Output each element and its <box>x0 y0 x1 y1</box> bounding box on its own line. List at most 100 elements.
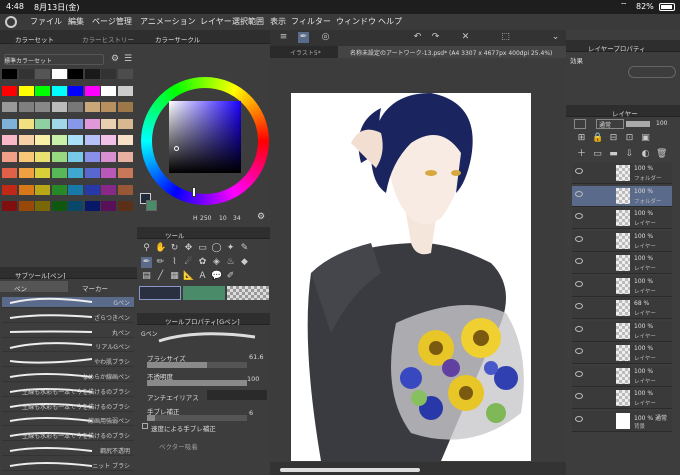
menu-file[interactable]: ファイル <box>30 16 62 27</box>
zoom-tool-icon[interactable]: ⚲ <box>141 243 152 254</box>
color-swatch[interactable] <box>2 135 17 145</box>
eye-icon[interactable] <box>575 415 583 422</box>
brush-item[interactable]: やわ肌ブラシ <box>2 356 134 368</box>
color-swatch[interactable] <box>18 168 34 178</box>
brush-item[interactable]: 丸ペン <box>2 327 134 338</box>
transparent-color-chip[interactable] <box>227 286 269 300</box>
eye-icon[interactable] <box>575 258 583 264</box>
color-swatch[interactable] <box>68 184 83 195</box>
color-swatch[interactable] <box>68 85 83 96</box>
delete-layer-icon[interactable]: 🗑 <box>656 149 667 160</box>
effect-toggles[interactable] <box>628 66 676 78</box>
color-swatch[interactable] <box>51 118 67 129</box>
eye-icon[interactable] <box>575 303 583 309</box>
color-swatch[interactable] <box>35 168 50 178</box>
color-swatch[interactable] <box>18 102 34 112</box>
menu-window[interactable]: ウィンドウ <box>336 16 376 27</box>
color-swatch[interactable] <box>18 151 34 162</box>
layer-mode-icon[interactable] <box>574 119 586 129</box>
color-swatch[interactable] <box>18 135 34 145</box>
color-swatch[interactable] <box>35 201 50 211</box>
color-swatch[interactable] <box>35 151 50 162</box>
deco-tool-icon[interactable]: ✿ <box>197 257 208 268</box>
new-layer-icon[interactable]: ＋ <box>576 149 587 160</box>
tab-toolprop[interactable]: ツールプロパティ[Gペン] <box>165 316 240 326</box>
new-folder-icon[interactable]: ▬ <box>608 149 619 160</box>
color-swatch[interactable] <box>51 201 67 211</box>
hue-handle[interactable] <box>192 187 196 197</box>
color-swatch[interactable] <box>51 69 67 79</box>
layer-row[interactable]: 100 % フォルダー <box>572 163 672 184</box>
color-swatch[interactable] <box>35 118 50 129</box>
color-swatch[interactable] <box>117 201 133 211</box>
color-swatch[interactable] <box>101 184 116 195</box>
hand-tool-icon[interactable]: ✋ <box>155 243 166 254</box>
color-swatch[interactable] <box>84 184 100 195</box>
color-swatch[interactable] <box>18 118 34 129</box>
layer-row[interactable]: 68 % レイヤー <box>572 298 672 319</box>
eye-icon[interactable] <box>575 393 583 399</box>
move-tool-icon[interactable]: ✥ <box>183 243 194 254</box>
clear-icon[interactable]: ✕ <box>460 32 471 43</box>
correct-line-icon[interactable]: ✐ <box>225 271 236 282</box>
menu-page[interactable]: ページ管理 <box>92 16 132 27</box>
aa-selector[interactable] <box>207 390 267 400</box>
layer-row[interactable]: 100 % レイヤー <box>572 230 672 252</box>
eraser-tool-icon[interactable]: ◈ <box>211 257 222 268</box>
color-swatch[interactable] <box>68 168 83 178</box>
main-color-chip[interactable] <box>139 286 181 300</box>
rotate-tool-icon[interactable]: ↻ <box>169 243 180 254</box>
pencil-tool-icon[interactable]: ✏ <box>155 257 166 268</box>
color-swatch[interactable] <box>101 135 116 145</box>
eye-icon[interactable] <box>575 325 583 332</box>
color-swatch[interactable] <box>51 168 67 178</box>
color-swatch[interactable] <box>117 151 133 162</box>
group-pen[interactable] <box>0 281 68 292</box>
layer-row[interactable]: 100 % レイヤー <box>572 388 672 409</box>
color-swatch[interactable] <box>18 201 34 211</box>
group-marker-label[interactable]: マーカー <box>82 283 108 293</box>
layer-clip-icon[interactable]: ⊟ <box>608 133 619 144</box>
tab-subtool[interactable]: サブツール[ペン] <box>15 270 66 280</box>
balloon-tool-icon[interactable]: 💬 <box>211 271 222 282</box>
new-vector-layer-icon[interactable]: ▭ <box>592 149 603 160</box>
color-swatch[interactable] <box>84 151 100 162</box>
eye-icon[interactable] <box>575 190 583 197</box>
select-tool-icon[interactable]: ▭ <box>197 243 208 254</box>
color-swatch[interactable] <box>51 151 67 162</box>
brush-item[interactable]: 線画用強弱ペン <box>2 415 134 427</box>
brush-item[interactable]: 主線も水彩も一本で今を描けるのブラシ <box>2 386 134 397</box>
layer-opacity-slider[interactable] <box>626 121 650 127</box>
brush-item[interactable]: ざらつきペン <box>2 312 134 323</box>
tab-layer[interactable]: レイヤー <box>612 108 638 118</box>
eye-icon[interactable] <box>575 235 583 242</box>
color-swatch[interactable] <box>51 184 67 195</box>
sub-color-chip[interactable] <box>183 286 225 300</box>
hamburger-icon[interactable]: ≡ <box>278 32 289 43</box>
text-tool-icon[interactable]: A <box>197 271 208 282</box>
color-swatch[interactable] <box>51 135 67 145</box>
color-swatch[interactable] <box>101 118 116 129</box>
sub-color-swatch[interactable] <box>146 200 157 211</box>
ruler-tool-icon[interactable]: 📐 <box>183 271 194 282</box>
brush-item[interactable]: 主線も水彩も一本で今を描けるのブラシ <box>2 430 134 442</box>
color-swatch[interactable] <box>51 102 67 112</box>
color-swatch[interactable] <box>2 118 17 129</box>
color-swatch[interactable] <box>101 69 116 79</box>
wrench-icon[interactable]: ⚙ <box>111 54 119 64</box>
eye-icon[interactable] <box>575 213 583 219</box>
tab-tool[interactable]: ツール <box>165 230 185 240</box>
frame-tool-icon[interactable]: ▦ <box>169 271 180 282</box>
color-swatch[interactable] <box>35 85 50 96</box>
color-swatch[interactable] <box>68 201 83 211</box>
settings-icon[interactable]: ☰ <box>124 54 132 64</box>
color-swatch[interactable] <box>2 69 17 79</box>
color-swatch[interactable] <box>101 168 116 178</box>
color-swatch[interactable] <box>68 102 83 112</box>
color-swatch[interactable] <box>117 85 133 96</box>
color-swatch[interactable] <box>2 184 17 195</box>
eye-icon[interactable] <box>575 348 583 354</box>
opacity-value[interactable]: 100 <box>247 375 259 383</box>
color-swatch[interactable] <box>84 118 100 129</box>
layer-draft-icon[interactable]: ▣ <box>640 133 651 144</box>
